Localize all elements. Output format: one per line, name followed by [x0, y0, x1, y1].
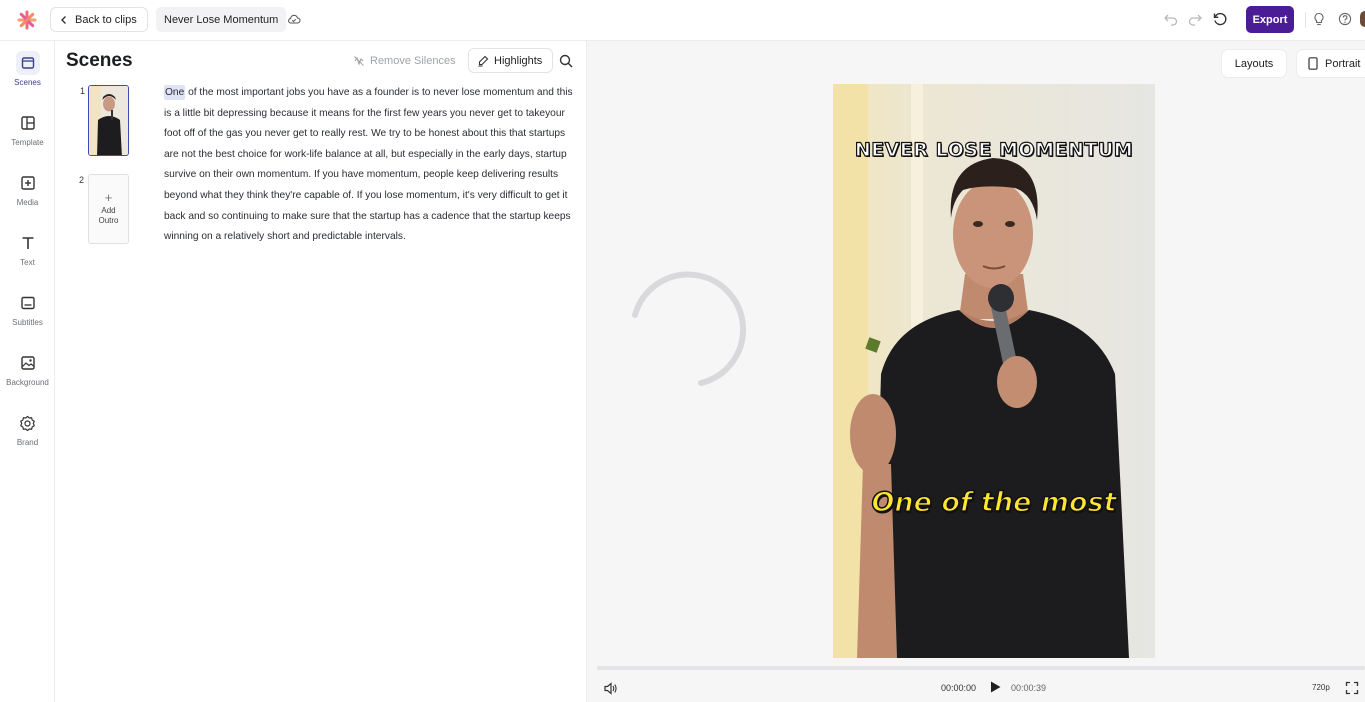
- rail-item-brand[interactable]: Brand: [0, 411, 55, 461]
- transcript-text[interactable]: One of the most important jobs you have …: [164, 83, 576, 248]
- brand-icon: [16, 411, 40, 435]
- back-to-clips-button[interactable]: Back to clips: [50, 7, 148, 32]
- chevron-left-icon: [59, 15, 69, 25]
- reset-icon[interactable]: [1212, 11, 1228, 27]
- top-bar: Back to clips Never Lose Momentum Export: [0, 0, 1365, 41]
- scene-number: 2: [79, 175, 84, 185]
- app-logo-icon[interactable]: [17, 10, 37, 30]
- highlights-button[interactable]: Highlights: [468, 48, 553, 73]
- plus-icon: +: [105, 192, 113, 204]
- media-icon: [16, 171, 40, 195]
- loading-spinner-icon: [623, 267, 749, 393]
- template-icon: [16, 111, 40, 135]
- transcript-current-word[interactable]: One: [164, 85, 185, 100]
- video-canvas[interactable]: NEVER LOSE MOMENTUM One of the most: [833, 84, 1155, 658]
- scenes-panel: Scenes Remove Silences Highlights 1 2 + …: [55, 41, 587, 702]
- scenes-title: Scenes: [66, 50, 133, 72]
- video-frame-image: [833, 84, 1155, 658]
- total-time: 00:00:39: [1011, 683, 1046, 693]
- rail-label-background: Background: [6, 378, 49, 387]
- add-outro-button[interactable]: + Add Outro: [88, 174, 129, 244]
- export-label: Export: [1253, 14, 1288, 26]
- lightbulb-icon[interactable]: [1312, 12, 1326, 26]
- playback-timeline[interactable]: [597, 666, 1365, 670]
- rail-item-text[interactable]: Text: [0, 231, 55, 281]
- layouts-label: Layouts: [1235, 58, 1274, 70]
- toolbar-divider: [1305, 12, 1306, 28]
- undo-icon[interactable]: [1163, 11, 1179, 27]
- scene-thumbnail[interactable]: [88, 85, 129, 156]
- rail-label-subtitles: Subtitles: [12, 318, 43, 327]
- video-caption-subtitle[interactable]: One of the most: [833, 487, 1155, 518]
- rail-item-subtitles[interactable]: Subtitles: [0, 291, 55, 341]
- highlights-label: Highlights: [494, 55, 542, 67]
- add-outro-label-2: Outro: [98, 216, 118, 226]
- subtitles-icon: [16, 291, 40, 315]
- portrait-button[interactable]: Portrait: [1297, 50, 1365, 77]
- rail-item-background[interactable]: Background: [0, 351, 55, 401]
- remove-silences-button[interactable]: Remove Silences: [353, 49, 456, 73]
- play-icon[interactable]: [988, 680, 1002, 694]
- portrait-icon: [1308, 57, 1318, 70]
- volume-icon[interactable]: [603, 681, 618, 696]
- video-caption-title[interactable]: NEVER LOSE MOMENTUM: [833, 139, 1155, 161]
- background-icon: [16, 351, 40, 375]
- rail-item-scenes[interactable]: Scenes: [0, 51, 55, 101]
- project-title[interactable]: Never Lose Momentum: [156, 7, 286, 32]
- rail-item-template[interactable]: Template: [0, 111, 55, 161]
- layouts-button[interactable]: Layouts: [1222, 50, 1286, 77]
- scenes-icon: [16, 51, 40, 75]
- back-to-clips-label: Back to clips: [75, 14, 137, 26]
- rail-label-scenes: Scenes: [14, 78, 41, 87]
- current-time: 00:00:00: [941, 683, 976, 693]
- video-preview-area: Layouts Portrait: [587, 41, 1365, 702]
- transcript-body[interactable]: of the most important jobs you have as a…: [164, 87, 573, 242]
- help-icon[interactable]: [1338, 12, 1352, 26]
- highlighter-icon: [477, 55, 489, 67]
- user-avatar[interactable]: [1360, 11, 1365, 27]
- cloud-saved-icon[interactable]: [287, 12, 301, 26]
- rail-item-media[interactable]: Media: [0, 171, 55, 221]
- rail-label-media: Media: [17, 198, 39, 207]
- project-title-text: Never Lose Momentum: [164, 14, 278, 26]
- portrait-label: Portrait: [1325, 58, 1360, 70]
- rail-label-brand: Brand: [17, 438, 38, 447]
- rail-label-template: Template: [11, 138, 43, 147]
- scene-number: 1: [80, 86, 85, 96]
- left-rail: Scenes Template Media Text Subtitles Bac…: [0, 41, 55, 702]
- fullscreen-icon[interactable]: [1345, 681, 1359, 695]
- add-outro-label-1: Add: [101, 206, 115, 216]
- rail-label-text: Text: [20, 258, 35, 267]
- redo-icon[interactable]: [1187, 11, 1203, 27]
- remove-silences-label: Remove Silences: [370, 55, 456, 67]
- export-button[interactable]: Export: [1246, 6, 1294, 33]
- scene-thumbnail-image: [89, 86, 129, 156]
- quality-selector[interactable]: 720p: [1312, 683, 1330, 692]
- search-icon[interactable]: [558, 53, 574, 69]
- remove-silences-icon: [353, 55, 365, 67]
- text-icon: [16, 231, 40, 255]
